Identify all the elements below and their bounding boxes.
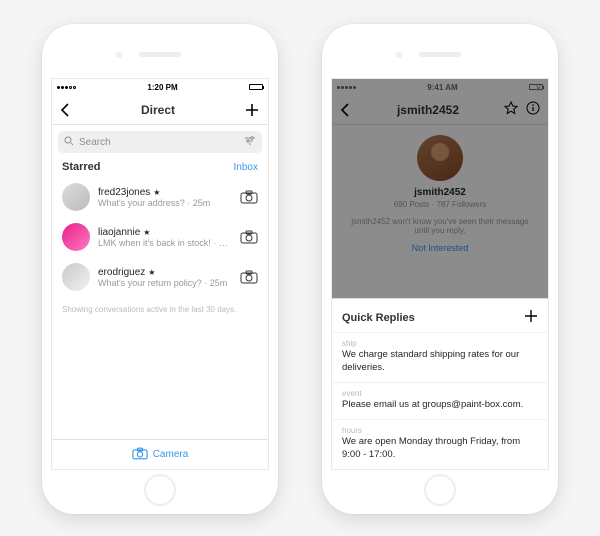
back-icon[interactable] bbox=[60, 103, 72, 117]
avatar bbox=[417, 135, 463, 181]
reply-shortcut: ship bbox=[342, 339, 538, 348]
phone-frame-right: 9:41 AM jsmith2452 × jsmith2452 690 Post… bbox=[322, 24, 558, 514]
profile-card: jsmith2452 690 Posts · 787 Followers jsm… bbox=[332, 125, 548, 257]
not-interested-link[interactable]: Not Interested bbox=[332, 243, 548, 253]
new-message-icon[interactable] bbox=[244, 102, 260, 118]
thread-row[interactable]: fred23jones★ What's your address? · 25m bbox=[52, 177, 268, 217]
search-input[interactable]: Search bbox=[58, 131, 262, 153]
star-outline-icon[interactable] bbox=[504, 101, 518, 118]
quick-reply-item[interactable]: ship We charge standard shipping rates f… bbox=[332, 332, 548, 382]
profile-note: jsmith2452 won't know you've seen their … bbox=[332, 217, 548, 235]
reply-text: We are open Monday through Friday, from … bbox=[342, 436, 538, 461]
nav-bar: jsmith2452 bbox=[332, 95, 548, 125]
star-icon: ★ bbox=[153, 188, 160, 197]
camera-icon[interactable] bbox=[240, 230, 258, 244]
close-icon[interactable]: × bbox=[535, 81, 542, 95]
thread-preview: What's your address? · 25m bbox=[98, 198, 232, 208]
reply-text: Please email us at groups@paint-box.com. bbox=[342, 399, 538, 411]
avatar bbox=[62, 263, 90, 291]
search-placeholder: Search bbox=[79, 137, 111, 148]
thread-preview: LMK when it's back in stock! · 25m bbox=[98, 238, 232, 248]
thread-row[interactable]: liaojannie★ LMK when it's back in stock!… bbox=[52, 217, 268, 257]
status-time: 9:41 AM bbox=[427, 83, 457, 92]
profile-username: jsmith2452 bbox=[332, 187, 548, 198]
thread-username: erodriguez bbox=[98, 267, 145, 278]
quick-reply-item[interactable]: event Please email us at groups@paint-bo… bbox=[332, 382, 548, 419]
camera-icon[interactable] bbox=[240, 190, 258, 204]
nav-bar: Direct bbox=[52, 95, 268, 125]
star-icon: ★ bbox=[148, 268, 155, 277]
search-icon bbox=[64, 136, 74, 149]
filter-icon[interactable] bbox=[244, 136, 256, 149]
thread-row[interactable]: erodriguez★ What's your return policy? ·… bbox=[52, 257, 268, 297]
page-title: Direct bbox=[141, 103, 175, 117]
sheet-title: Quick Replies bbox=[342, 312, 415, 324]
screen-chat: 9:41 AM jsmith2452 × jsmith2452 690 Post… bbox=[331, 78, 549, 470]
meta-text: Showing conversations active in the last… bbox=[52, 297, 268, 322]
status-time: 1:20 PM bbox=[147, 83, 177, 92]
info-icon[interactable] bbox=[526, 101, 540, 118]
status-bar: 9:41 AM bbox=[332, 79, 548, 95]
camera-button[interactable]: Camera bbox=[52, 439, 268, 469]
add-reply-icon[interactable] bbox=[524, 309, 538, 326]
inbox-link[interactable]: Inbox bbox=[234, 162, 258, 173]
section-header: Starred Inbox bbox=[52, 153, 268, 177]
thread-username: liaojannie bbox=[98, 227, 140, 238]
avatar bbox=[62, 223, 90, 251]
thread-preview: What's your return policy? · 25m bbox=[98, 278, 232, 288]
page-title: jsmith2452 bbox=[397, 103, 459, 117]
star-icon: ★ bbox=[143, 228, 150, 237]
phone-frame-left: 1:20 PM Direct Search Starred Inbox bbox=[42, 24, 278, 514]
reply-text: We charge standard shipping rates for ou… bbox=[342, 349, 538, 374]
avatar bbox=[62, 183, 90, 211]
profile-stats: 690 Posts · 787 Followers bbox=[332, 200, 548, 209]
status-bar: 1:20 PM bbox=[52, 79, 268, 95]
thread-username: fred23jones bbox=[98, 187, 150, 198]
quick-replies-sheet: Quick Replies ship We charge standard sh… bbox=[332, 298, 548, 469]
screen-direct: 1:20 PM Direct Search Starred Inbox bbox=[51, 78, 269, 470]
reply-shortcut: event bbox=[342, 389, 538, 398]
quick-reply-item[interactable]: hours We are open Monday through Friday,… bbox=[332, 419, 548, 469]
back-icon[interactable] bbox=[340, 103, 352, 117]
camera-icon[interactable] bbox=[240, 270, 258, 284]
camera-label: Camera bbox=[153, 449, 189, 460]
section-title: Starred bbox=[62, 161, 101, 173]
camera-icon bbox=[132, 447, 148, 463]
reply-shortcut: hours bbox=[342, 426, 538, 435]
